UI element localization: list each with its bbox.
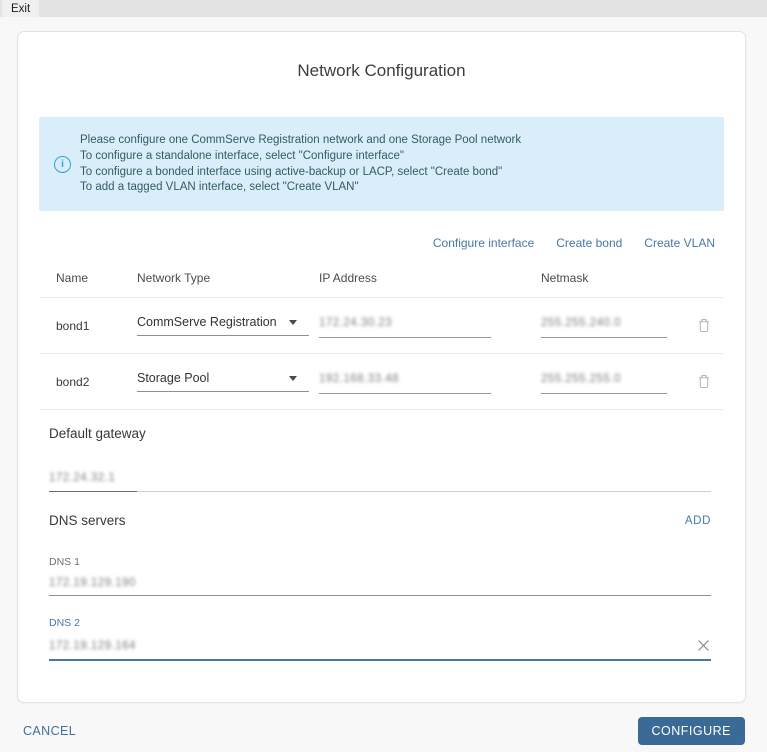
chevron-down-icon <box>289 319 297 325</box>
header-netmask: Netmask <box>541 271 589 286</box>
netmask-input[interactable]: 255.255.255.0 <box>541 369 667 395</box>
netmask-value: 255.255.240.0 <box>541 317 622 330</box>
info-text: Please configure one CommServe Registrat… <box>80 133 521 196</box>
dns1-value: 172.19.129.190 <box>49 577 136 590</box>
dns-servers-label: DNS servers <box>49 513 126 529</box>
dns1-field[interactable]: DNS 1 172.19.129.190 <box>49 556 711 597</box>
network-type-value: CommServe Registration <box>137 315 277 330</box>
table-action-links: Configure interface Create bond Create V… <box>39 236 715 250</box>
dns2-value: 172.19.129.164 <box>49 639 136 652</box>
network-configuration-dialog: Network Configuration i Please configure… <box>17 31 746 703</box>
ip-address-input[interactable]: 172.24.30.23 <box>319 313 491 339</box>
network-type-value: Storage Pool <box>137 371 210 386</box>
ip-address-value: 172.24.30.23 <box>319 317 393 330</box>
dialog-title: Network Configuration <box>297 61 466 80</box>
dns2-field[interactable]: DNS 2 172.19.129.164 <box>49 617 711 662</box>
network-type-select[interactable]: CommServe Registration <box>137 315 309 337</box>
header-name: Name <box>56 271 89 286</box>
add-dns-link[interactable]: ADD <box>685 515 711 527</box>
delete-interface-button[interactable] <box>696 373 712 390</box>
default-gateway-input[interactable]: 172.24.32.1 <box>49 468 711 493</box>
network-table: Name Network Type IP Address Netmask bon… <box>39 271 724 411</box>
exit-button[interactable]: Exit <box>2 0 40 17</box>
close-icon <box>698 640 709 652</box>
trash-icon <box>699 375 709 389</box>
configure-interface-link[interactable]: Configure interface <box>433 236 534 250</box>
netmask-input[interactable]: 255.255.240.0 <box>541 313 667 339</box>
clear-dns2-button[interactable] <box>696 638 711 653</box>
table-header-row: Name Network Type IP Address Netmask <box>39 271 724 299</box>
info-line: To configure a bonded interface using ac… <box>80 165 503 178</box>
chevron-down-icon <box>289 375 297 381</box>
create-vlan-link[interactable]: Create VLAN <box>644 236 715 250</box>
ip-address-value: 192.168.33.48 <box>319 373 400 386</box>
cancel-button[interactable]: CANCEL <box>23 724 76 738</box>
table-row: bond2 Storage Pool 192.168.33.48 255.255… <box>39 354 724 411</box>
interface-name: bond2 <box>56 374 90 389</box>
header-network-type: Network Type <box>137 271 211 286</box>
info-line: To add a tagged VLAN interface, select "… <box>80 181 359 194</box>
ip-address-input[interactable]: 192.168.33.48 <box>319 369 491 395</box>
info-icon: i <box>54 156 71 174</box>
dns2-label: DNS 2 <box>49 617 80 630</box>
info-banner: i Please configure one CommServe Registr… <box>39 117 724 212</box>
info-line: Please configure one CommServe Registrat… <box>80 134 522 146</box>
delete-interface-button[interactable] <box>696 317 712 334</box>
window-top-bar: Exit <box>0 0 767 17</box>
dns1-label: DNS 1 <box>49 556 80 569</box>
configure-button[interactable]: CONFIGURE <box>637 717 745 745</box>
trash-icon <box>699 319 709 333</box>
table-row: bond1 CommServe Registration 172.24.30.2… <box>39 298 724 355</box>
info-line: To configure a standalone interface, sel… <box>80 149 404 162</box>
interface-name: bond1 <box>56 318 90 333</box>
netmask-value: 255.255.255.0 <box>541 373 622 386</box>
header-ip-address: IP Address <box>319 271 377 286</box>
default-gateway-value: 172.24.32.1 <box>49 472 116 485</box>
default-gateway-label: Default gateway <box>49 426 146 442</box>
create-bond-link[interactable]: Create bond <box>556 236 622 250</box>
network-type-select[interactable]: Storage Pool <box>137 371 309 393</box>
